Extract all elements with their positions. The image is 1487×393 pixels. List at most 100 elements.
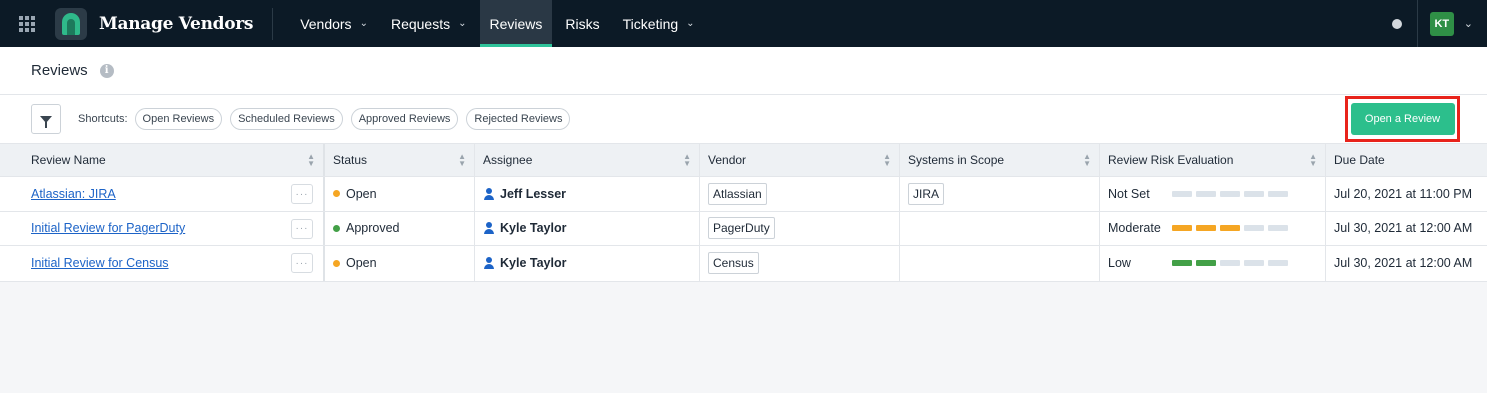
status-cell: Approved [325, 211, 475, 245]
column-header-vendor[interactable]: Vendor ▲ ▼ [700, 144, 900, 176]
sort-icon: ▲ ▼ [1083, 152, 1091, 168]
shortcut-approved-reviews[interactable]: Approved Reviews [350, 108, 459, 130]
chevron-down-icon: ⌄ [359, 18, 368, 29]
risk-meter-segment [1220, 225, 1240, 232]
risk-label: Low [1108, 256, 1131, 271]
risk-cell: Low [1100, 246, 1326, 281]
review-name-link[interactable]: Atlassian: JIRA [31, 187, 116, 201]
risk-cell: Moderate [1100, 211, 1326, 245]
status-dot-icon [333, 224, 340, 232]
due-date-cell: Jul 30, 2021 at 12:00 AM [1326, 246, 1487, 281]
column-header-review-name[interactable]: Review Name ▲ ▼ [0, 144, 325, 176]
app-title: Manage Vendors [99, 13, 254, 34]
nav-item-ticketing[interactable]: Ticketing ⌄ [613, 0, 705, 47]
due-date-text: Jul 30, 2021 at 12:00 AM [1334, 256, 1473, 271]
nav-item-risks[interactable]: Risks [555, 0, 609, 47]
vendor-tag[interactable]: Census [708, 252, 759, 275]
info-icon[interactable]: i [99, 63, 114, 78]
highlight-box: Open a Review [1345, 96, 1460, 142]
risk-meter-segment [1172, 260, 1192, 267]
nav-item-vendors[interactable]: Vendors ⌄ [290, 0, 378, 47]
open-review-button[interactable]: Open a Review [1350, 103, 1455, 135]
risk-meter [1172, 260, 1292, 267]
due-date-text: Jul 20, 2021 at 11:00 PM [1334, 186, 1473, 201]
nav-item-requests[interactable]: Requests ⌄ [381, 0, 477, 47]
systems-cell [900, 211, 1100, 245]
nav-item-label: Reviews [489, 15, 543, 32]
due-date-text: Jul 30, 2021 at 12:00 AM [1334, 221, 1473, 236]
app-grid-icon[interactable] [0, 0, 54, 47]
sort-icon: ▲ ▼ [1309, 152, 1317, 168]
risk-meter-segment [1244, 225, 1264, 232]
vendor-cell: Census [700, 246, 900, 281]
app-logo[interactable] [55, 7, 87, 40]
shortcut-open-reviews[interactable]: Open Reviews [134, 108, 223, 130]
risk-meter-segment [1196, 190, 1216, 197]
system-tag[interactable]: JIRA [908, 182, 945, 205]
status-cell: Open [325, 177, 475, 211]
table-row: Initial Review for Census ··· Open Kyle … [0, 246, 1487, 281]
column-label: Review Risk Evaluation [1108, 153, 1234, 167]
shortcuts-label: Shortcuts: [78, 113, 128, 125]
risk-meter [1172, 190, 1292, 197]
risk-cell: Not Set [1100, 177, 1326, 211]
vendor-tag[interactable]: PagerDuty [708, 217, 775, 240]
risk-meter [1172, 225, 1292, 232]
assignee-name[interactable]: Kyle Taylor [500, 221, 566, 235]
status-indicator-icon[interactable] [1391, 18, 1402, 29]
more-options-icon[interactable]: ··· [291, 218, 313, 239]
more-options-icon[interactable]: ··· [291, 253, 313, 273]
risk-meter-segment [1196, 260, 1216, 267]
status-cell: Open [325, 246, 475, 281]
risk-meter-segment [1220, 190, 1240, 197]
column-label: Vendor [708, 153, 747, 167]
user-avatar[interactable]: KT [1429, 11, 1454, 36]
status-dot-icon [333, 190, 340, 198]
risk-label: Moderate [1108, 221, 1161, 236]
review-name-cell: Atlassian: JIRA ··· [0, 177, 325, 211]
top-navigation-bar: Manage Vendors Vendors ⌄ Requests ⌄ Revi… [0, 0, 1487, 47]
column-label: Review Name [31, 153, 106, 167]
column-header-assignee[interactable]: Assignee ▲ ▼ [475, 144, 700, 176]
status-text: Open [346, 186, 377, 201]
shortcut-rejected-reviews[interactable]: Rejected Reviews [466, 108, 571, 130]
due-date-cell: Jul 30, 2021 at 12:00 AM [1326, 212, 1487, 246]
risk-meter-segment [1268, 225, 1288, 232]
person-icon [483, 222, 495, 235]
filter-icon [40, 115, 52, 128]
more-options-icon[interactable]: ··· [291, 184, 313, 204]
column-label: Assignee [483, 153, 533, 167]
chevron-down-icon: ⌄ [686, 18, 695, 29]
table-header: Review Name ▲ ▼ Status ▲ ▼ Assignee ▲ ▼ Ven… [0, 143, 1487, 177]
assignee-name[interactable]: Jeff Lesser [500, 187, 566, 201]
page-title: Reviews [31, 62, 88, 79]
assignee-name[interactable]: Kyle Taylor [500, 256, 566, 270]
risk-meter-segment [1220, 260, 1240, 267]
user-area: KT ⌄ [1391, 0, 1487, 47]
review-name-link[interactable]: Initial Review for Census [31, 256, 169, 270]
shortcut-scheduled-reviews[interactable]: Scheduled Reviews [230, 108, 343, 130]
nav-item-label: Ticketing [622, 15, 679, 32]
review-name-link[interactable]: Initial Review for PagerDuty [31, 221, 185, 235]
nav-item-label: Risks [565, 15, 600, 32]
nav-divider [272, 7, 274, 40]
nav-item-reviews[interactable]: Reviews [479, 0, 553, 47]
risk-meter-segment [1196, 225, 1216, 232]
vendor-cell: Atlassian [700, 177, 900, 211]
vendor-tag[interactable]: Atlassian [708, 182, 767, 205]
table-row: Initial Review for PagerDuty ··· Approve… [0, 211, 1487, 246]
assignee-cell: Kyle Taylor [475, 211, 700, 245]
due-date-cell: Jul 20, 2021 at 11:00 PM [1326, 177, 1487, 211]
sort-icon: ▲ ▼ [458, 152, 466, 168]
risk-meter-segment [1244, 190, 1264, 197]
column-header-systems-in-scope[interactable]: Systems in Scope ▲ ▼ [900, 144, 1100, 176]
table-row: Atlassian: JIRA ··· Open Jeff Lesser Atl… [0, 177, 1487, 212]
systems-cell [900, 246, 1100, 281]
column-header-status[interactable]: Status ▲ ▼ [325, 144, 475, 176]
person-icon [483, 187, 495, 200]
review-name-cell: Initial Review for Census ··· [0, 246, 325, 281]
column-header-due-date[interactable]: Due Date [1326, 144, 1487, 176]
filter-button[interactable] [31, 104, 61, 134]
column-header-review-risk-evaluation[interactable]: Review Risk Evaluation ▲ ▼ [1100, 144, 1326, 176]
user-menu-chevron-icon[interactable]: ⌄ [1464, 17, 1473, 30]
